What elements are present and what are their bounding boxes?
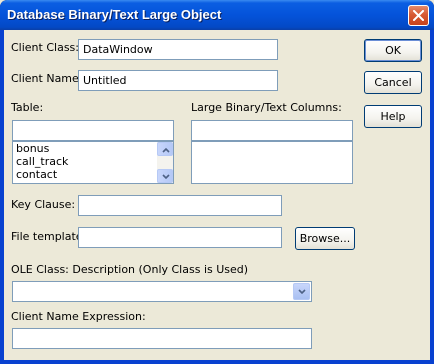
file-template-input[interactable] [78,227,282,248]
window-border-bottom [0,360,434,364]
chevron-up-icon [162,147,170,153]
client-name-label: Client Name: [11,72,83,85]
window-title: Database Binary/Text Large Object [7,7,222,22]
title-bar: Database Binary/Text Large Object [0,0,434,30]
table-list-scrollbar[interactable] [157,142,173,183]
browse-button[interactable]: Browse... [295,227,355,250]
scroll-up-button[interactable] [157,142,173,156]
ok-button[interactable]: OK [364,39,422,62]
table-filter-input[interactable] [12,120,174,141]
table-label: Table: [11,101,44,114]
large-columns-list[interactable] [191,141,353,184]
close-button[interactable] [408,5,429,26]
client-class-label: Client Class: [11,41,79,54]
ole-class-select[interactable] [12,281,312,302]
client-name-expr-input[interactable] [12,328,312,349]
file-template-label: File template: [11,230,87,243]
table-list[interactable]: bonus call_track contact [12,141,174,184]
key-clause-label: Key Clause: [11,198,76,211]
client-class-input[interactable]: DataWindow [78,39,278,60]
cancel-button[interactable]: Cancel [364,71,422,94]
ole-class-dropdown-button[interactable] [293,283,310,300]
client-name-expr-label: Client Name Expression: [11,310,146,323]
list-item[interactable]: contact [13,168,173,181]
chevron-down-icon [162,174,170,180]
list-item[interactable]: bonus [13,142,173,155]
dialog-body: Client Class: DataWindow Client Name: Un… [4,30,430,360]
large-columns-label: Large Binary/Text Columns: [191,101,342,114]
close-icon [413,10,424,21]
dialog-window: Database Binary/Text Large Object Client… [0,0,434,364]
list-item[interactable]: call_track [13,155,173,168]
client-name-input[interactable]: Untitled [78,70,278,91]
scroll-down-button[interactable] [157,169,173,183]
chevron-down-icon [298,289,306,295]
large-columns-filter-input[interactable] [191,120,353,141]
window-border-right [430,30,434,364]
key-clause-input[interactable] [78,195,282,216]
ole-class-label: OLE Class: Description (Only Class is Us… [11,263,249,276]
help-button[interactable]: Help [364,105,422,128]
